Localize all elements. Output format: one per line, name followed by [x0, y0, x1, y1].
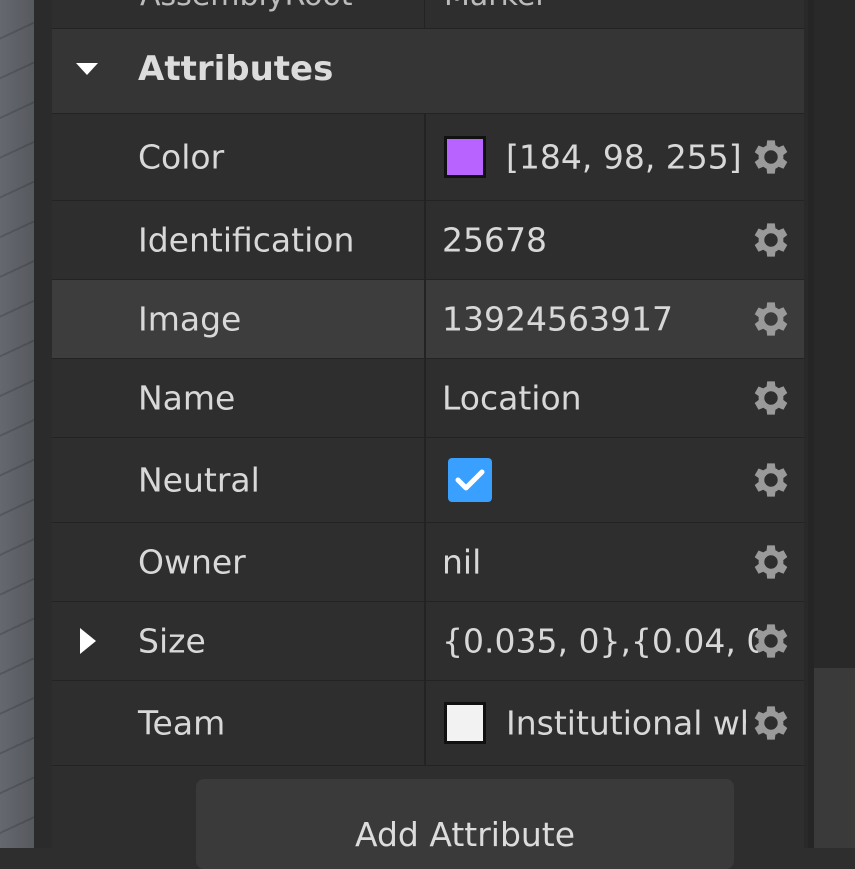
property-value: Marker: [444, 0, 548, 13]
gear-icon[interactable]: [748, 217, 794, 263]
color-swatch[interactable]: [444, 702, 486, 744]
attribute-value[interactable]: Location: [442, 379, 582, 418]
value-cell[interactable]: 25678: [426, 201, 804, 279]
gear-icon[interactable]: [748, 618, 794, 664]
triangle-right-icon[interactable]: [80, 628, 96, 654]
attribute-label: Identification: [138, 220, 355, 260]
attribute-label: Color: [138, 137, 225, 177]
neutral-checkbox[interactable]: [448, 458, 492, 502]
add-attribute-button[interactable]: Add Attribute: [196, 779, 734, 869]
add-attribute-area: Add Attribute: [52, 766, 804, 869]
attributes-section-header[interactable]: Attributes: [52, 29, 804, 114]
gear-icon[interactable]: [748, 296, 794, 342]
value-cell: [426, 438, 804, 522]
scrollbar-track[interactable]: [804, 0, 855, 848]
property-label: AssemblyRoot: [140, 0, 353, 13]
property-row-partial: AssemblyRoot Marker: [52, 0, 804, 29]
value-cell[interactable]: 13924563917: [426, 280, 804, 358]
attribute-value[interactable]: Institutional white: [506, 704, 746, 743]
attribute-value[interactable]: {0.035, 0},{0.04, 0}: [442, 622, 758, 661]
attribute-value[interactable]: [184, 98, 255]: [506, 138, 742, 177]
label-cell: Name: [52, 359, 424, 437]
label-cell: Team: [52, 681, 424, 765]
label-cell: Size: [52, 602, 424, 680]
attribute-value[interactable]: 13924563917: [442, 300, 673, 339]
properties-panel: AssemblyRoot Marker Attributes Color [18…: [52, 0, 804, 869]
checkmark-icon: [455, 469, 485, 491]
label-cell: Identification: [52, 201, 424, 279]
panel-edge: [34, 0, 52, 848]
label-cell: Image: [52, 280, 424, 358]
attribute-label: Name: [138, 378, 236, 418]
attribute-value[interactable]: 25678: [442, 221, 547, 260]
attribute-row-owner[interactable]: Owner nil: [52, 523, 804, 602]
label-cell: Owner: [52, 523, 424, 601]
gear-icon[interactable]: [748, 375, 794, 421]
value-cell[interactable]: Institutional white: [426, 681, 804, 765]
attribute-label: Owner: [138, 542, 246, 582]
attribute-row-name[interactable]: Name Location: [52, 359, 804, 438]
label-cell: Color: [52, 114, 424, 200]
attribute-value[interactable]: nil: [442, 543, 481, 582]
column-divider: [424, 0, 425, 28]
label-cell: Neutral: [52, 438, 424, 522]
triangle-down-icon[interactable]: [76, 63, 98, 75]
attribute-label: Image: [138, 299, 242, 339]
gear-icon[interactable]: [748, 457, 794, 503]
color-swatch[interactable]: [444, 136, 486, 178]
gear-icon[interactable]: [748, 539, 794, 585]
gear-icon[interactable]: [748, 700, 794, 746]
value-cell[interactable]: {0.035, 0},{0.04, 0}: [426, 602, 804, 680]
value-cell[interactable]: Location: [426, 359, 804, 437]
attribute-row-image[interactable]: Image 13924563917: [52, 280, 804, 359]
value-cell[interactable]: nil: [426, 523, 804, 601]
attribute-label: Neutral: [138, 460, 260, 500]
viewport-background: [0, 0, 34, 848]
attribute-row-identification[interactable]: Identification 25678: [52, 201, 804, 280]
attribute-row-team[interactable]: Team Institutional white: [52, 681, 804, 766]
attribute-row-color[interactable]: Color [184, 98, 255]: [52, 114, 804, 201]
attribute-label: Team: [138, 703, 226, 743]
gear-icon[interactable]: [748, 134, 794, 180]
attribute-label: Size: [138, 621, 206, 661]
attribute-row-size[interactable]: Size {0.035, 0},{0.04, 0}: [52, 602, 804, 681]
value-cell[interactable]: [184, 98, 255]: [426, 114, 804, 200]
attribute-row-neutral[interactable]: Neutral: [52, 438, 804, 523]
section-title: Attributes: [138, 49, 334, 89]
add-attribute-label: Add Attribute: [354, 815, 576, 854]
scrollbar-thumb[interactable]: [814, 668, 855, 848]
